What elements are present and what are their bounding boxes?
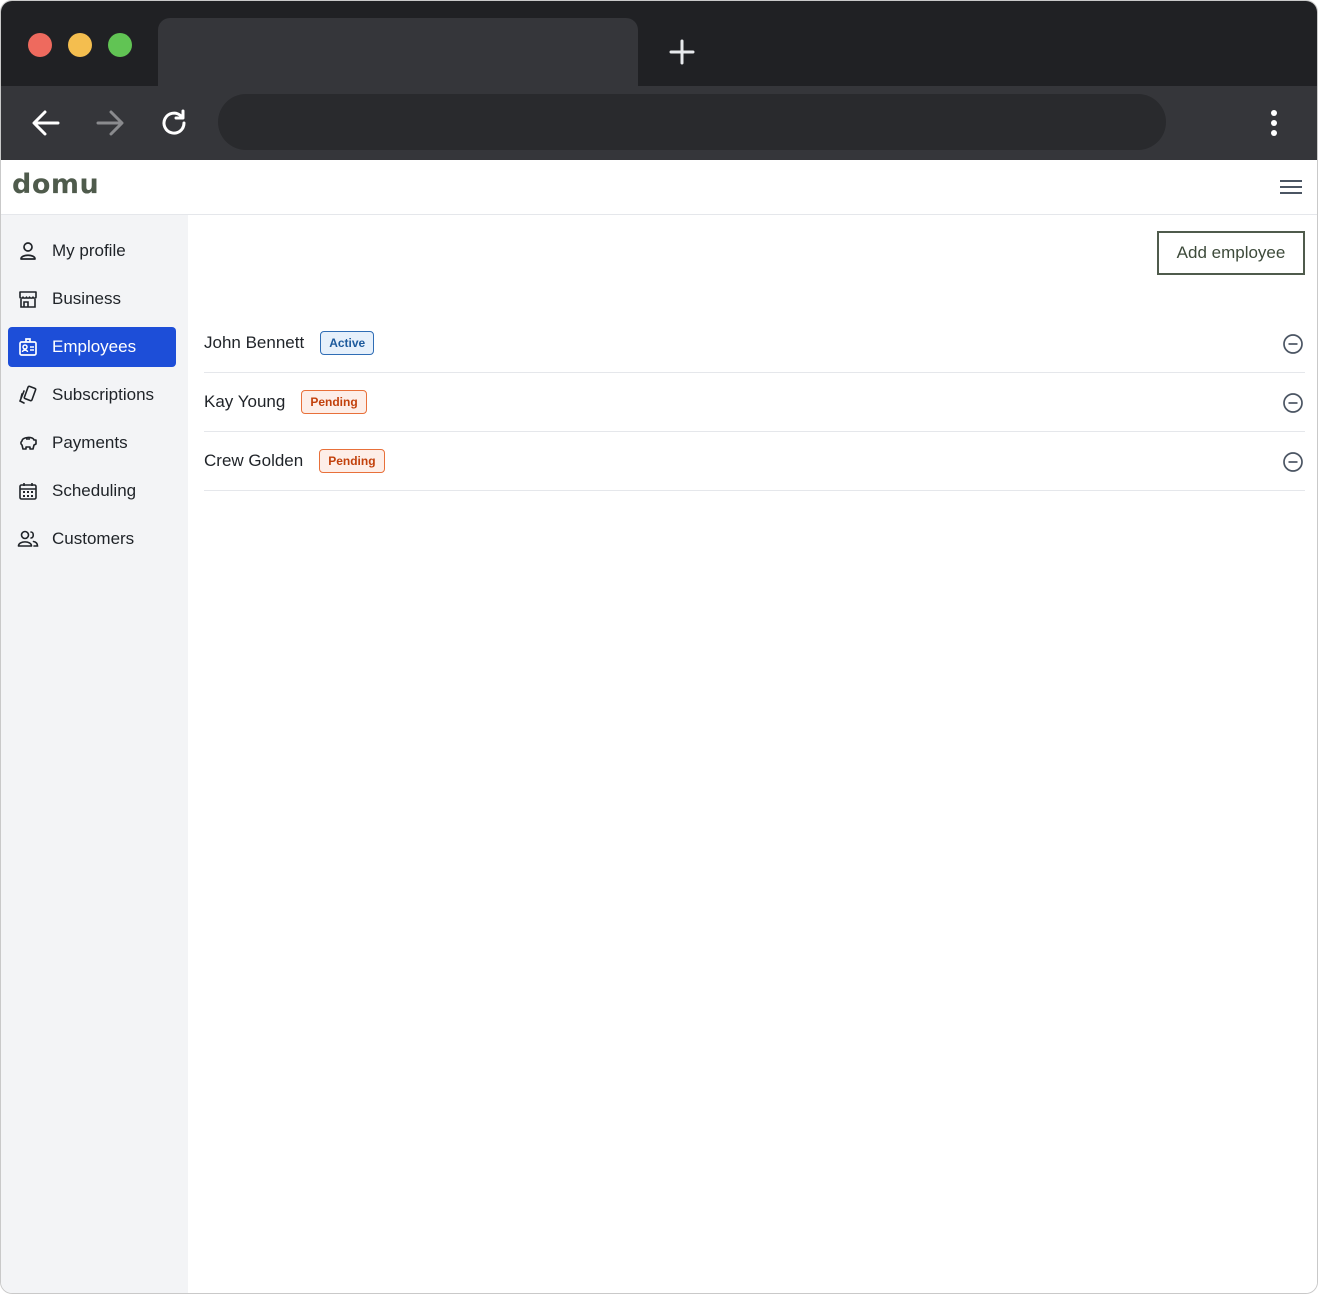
list-item[interactable]: John Bennett Active: [204, 314, 1305, 373]
reload-icon: [162, 109, 186, 135]
menu-button[interactable]: [1277, 174, 1305, 200]
employee-name: John Bennett: [204, 333, 305, 352]
logo[interactable]: domu: [12, 169, 99, 200]
arrow-left-icon: [32, 110, 60, 136]
user-icon: [17, 240, 39, 262]
browser-menu-button[interactable]: [1257, 105, 1291, 141]
app-header: domu: [1, 160, 1317, 215]
forward-button[interactable]: [92, 105, 128, 141]
hamburger-icon: [1280, 180, 1302, 194]
calendar-icon: [17, 480, 39, 502]
address-bar[interactable]: [218, 94, 1166, 150]
sidebar-item-my-profile[interactable]: My profile: [8, 231, 176, 271]
browser-toolbar: [1, 86, 1317, 160]
sidebar-item-scheduling[interactable]: Scheduling: [8, 471, 176, 511]
minus-circle-icon: [1283, 334, 1303, 354]
plus-icon: [669, 39, 695, 65]
minus-circle-icon: [1283, 452, 1303, 472]
employee-list: John Bennett Active Kay Young Pending Cr…: [204, 314, 1305, 491]
sidebar-item-payments[interactable]: Payments: [8, 423, 176, 463]
maximize-window-button[interactable]: [108, 33, 132, 57]
status-badge: Active: [320, 331, 375, 355]
sidebar-item-subscriptions[interactable]: Subscriptions: [8, 375, 176, 415]
piggy-bank-icon: [17, 432, 39, 454]
back-button[interactable]: [28, 105, 64, 141]
sidebar-item-business[interactable]: Business: [8, 279, 176, 319]
sidebar: My profile Business Employees Subscripti…: [1, 215, 188, 1293]
sidebar-item-label: My profile: [52, 241, 126, 260]
sidebar-item-label: Payments: [52, 433, 128, 452]
remove-employee-button[interactable]: [1281, 450, 1305, 474]
arrow-right-icon: [96, 110, 124, 136]
new-tab-button[interactable]: [665, 35, 699, 69]
sidebar-item-label: Customers: [52, 529, 135, 548]
cards-icon: [17, 384, 39, 406]
list-item[interactable]: Kay Young Pending: [204, 373, 1305, 432]
remove-employee-button[interactable]: [1281, 332, 1305, 356]
employee-name: Crew Golden: [204, 451, 304, 470]
sidebar-item-label: Employees: [52, 337, 137, 356]
browser-tab[interactable]: [158, 18, 638, 86]
remove-employee-button[interactable]: [1281, 391, 1305, 415]
users-icon: [17, 528, 39, 550]
browser-tab-strip: [1, 1, 1317, 86]
sidebar-item-label: Scheduling: [52, 481, 137, 500]
sidebar-item-employees[interactable]: Employees: [8, 327, 176, 367]
kebab-icon: [1271, 110, 1277, 136]
id-badge-icon: [17, 336, 39, 358]
sidebar-item-label: Business: [52, 289, 121, 308]
minimize-window-button[interactable]: [68, 33, 92, 57]
sidebar-item-label: Subscriptions: [52, 385, 155, 404]
storefront-icon: [17, 288, 39, 310]
reload-button[interactable]: [156, 105, 192, 141]
main-content: Add employee John Bennett Active Kay You…: [188, 215, 1317, 1293]
employee-name: Kay Young: [204, 392, 286, 411]
close-window-button[interactable]: [28, 33, 52, 57]
add-employee-button[interactable]: Add employee: [1157, 231, 1305, 275]
sidebar-item-customers[interactable]: Customers: [8, 519, 176, 559]
minus-circle-icon: [1283, 393, 1303, 413]
status-badge: Pending: [319, 449, 385, 473]
browser-window: domu My profile Business Employees Subsc…: [0, 0, 1318, 1294]
list-item[interactable]: Crew Golden Pending: [204, 432, 1305, 491]
status-badge: Pending: [301, 390, 367, 414]
